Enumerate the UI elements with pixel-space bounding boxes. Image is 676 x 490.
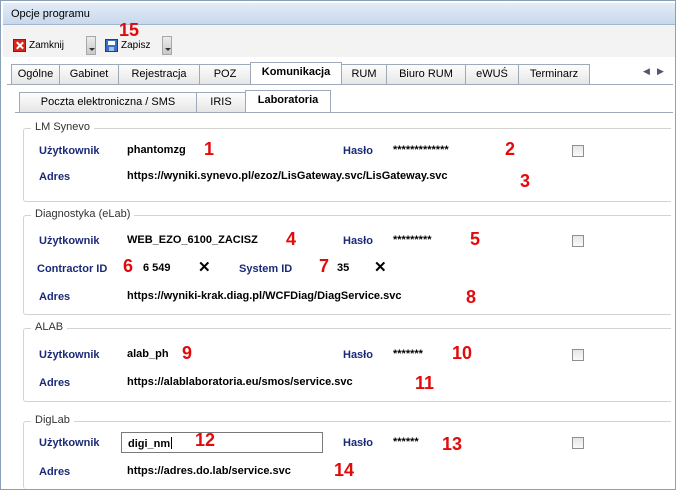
diglab-user-value: digi_nm	[128, 438, 171, 450]
alab-checkbox[interactable]	[572, 349, 584, 361]
password-label: Hasło	[343, 145, 373, 157]
password-label: Hasło	[343, 349, 373, 361]
password-label: Hasło	[343, 437, 373, 449]
synevo-user-field[interactable]: phantomzg	[121, 140, 323, 161]
annotation-6: 6	[123, 256, 134, 276]
close-dropdown-arrow[interactable]	[86, 36, 96, 55]
system-id-field[interactable]: 35	[335, 258, 369, 279]
close-button-label: Zamknij	[29, 39, 65, 51]
contractor-id-field[interactable]: 6 549	[141, 258, 191, 279]
tab-scroll-left-icon[interactable]: ◀	[643, 66, 650, 77]
close-icon	[13, 38, 26, 52]
annotation-15: 15	[119, 20, 140, 40]
annotation-9: 9	[182, 343, 193, 363]
tab-ewus[interactable]: eWUŚ	[465, 64, 519, 84]
tab-biuro-rum[interactable]: Biuro RUM	[386, 64, 466, 84]
contractor-id-label: Contractor ID	[37, 263, 108, 275]
sub-tab-bar: Poczta elektroniczna / SMS IRIS Laborato…	[19, 90, 331, 112]
diag-checkbox[interactable]	[572, 235, 584, 247]
diglab-user-field[interactable]: digi_nm	[121, 432, 323, 453]
tab-rum[interactable]: RUM	[341, 64, 387, 84]
annotation-14: 14	[334, 460, 355, 480]
title-bar: Opcje programu	[3, 3, 675, 25]
diglab-checkbox[interactable]	[572, 437, 584, 449]
tab-terminarz[interactable]: Terminarz	[518, 64, 590, 84]
system-id-label: System ID	[239, 263, 293, 275]
address-label: Adres	[39, 377, 71, 389]
annotation-3: 3	[520, 171, 531, 191]
sub-tab-underline	[15, 112, 673, 113]
address-label: Adres	[39, 466, 71, 478]
diglab-address-field[interactable]: https://adres.do.lab/service.svc	[121, 461, 331, 482]
close-button[interactable]: Zamknij	[13, 37, 64, 53]
user-label: Użytkownik	[39, 145, 100, 157]
annotation-2: 2	[505, 139, 516, 159]
options-window: Opcje programu Zamknij Zapisz Ogólne Gab…	[0, 0, 676, 490]
tab-poczta-sms[interactable]: Poczta elektroniczna / SMS	[19, 92, 197, 112]
user-label: Użytkownik	[39, 437, 100, 449]
group-title: DigLab	[31, 414, 74, 426]
synevo-checkbox[interactable]	[572, 145, 584, 157]
tab-iris[interactable]: IRIS	[196, 92, 246, 112]
tab-gabinet[interactable]: Gabinet	[59, 64, 119, 84]
annotation-10: 10	[452, 343, 473, 363]
alab-user-field[interactable]: alab_ph	[121, 344, 323, 365]
synevo-address-field[interactable]: https://wyniki.synevo.pl/ezoz/LisGateway…	[121, 166, 585, 187]
annotation-5: 5	[470, 229, 481, 249]
toolbar: Zamknij Zapisz	[3, 25, 675, 57]
diglab-password-field[interactable]: ******	[387, 432, 557, 453]
save-icon	[105, 38, 118, 52]
address-label: Adres	[39, 291, 71, 303]
annotation-4: 4	[286, 229, 297, 249]
system-id-clear-icon[interactable]: ✕	[374, 260, 387, 275]
main-tab-underline	[7, 84, 673, 85]
diag-address-field[interactable]: https://wyniki-krak.diag.pl/WCFDiag/Diag…	[121, 286, 461, 307]
alab-address-field[interactable]: https://alablaboratoria.eu/smos/service.…	[121, 372, 411, 393]
annotation-8: 8	[466, 287, 477, 307]
tab-laboratoria[interactable]: Laboratoria	[245, 90, 331, 112]
tab-komunikacja[interactable]: Komunikacja	[250, 62, 342, 84]
main-tab-bar: Ogólne Gabinet Rejestracja POZ Komunikac…	[11, 62, 590, 84]
save-dropdown-arrow[interactable]	[162, 36, 172, 55]
address-label: Adres	[39, 171, 71, 183]
tab-rejestracja[interactable]: Rejestracja	[118, 64, 200, 84]
tab-poz[interactable]: POZ	[199, 64, 251, 84]
annotation-11: 11	[415, 373, 435, 393]
annotation-1: 1	[204, 139, 215, 159]
tab-scroll-right-icon[interactable]: ▶	[657, 66, 664, 77]
annotation-13: 13	[442, 434, 463, 454]
text-cursor	[171, 437, 173, 449]
user-label: Użytkownik	[39, 349, 100, 361]
synevo-password-field[interactable]: *************	[387, 140, 557, 161]
annotation-12: 12	[195, 430, 216, 450]
group-title: LM Synevo	[31, 121, 95, 133]
user-label: Użytkownik	[39, 235, 100, 247]
contractor-id-clear-icon[interactable]: ✕	[198, 260, 211, 275]
tab-ogolne[interactable]: Ogólne	[11, 64, 60, 84]
group-title: ALAB	[31, 321, 68, 333]
window-title: Opcje programu	[11, 8, 90, 20]
save-button-label: Zapisz	[121, 39, 151, 51]
group-title: Diagnostyka (eLab)	[31, 208, 135, 220]
password-label: Hasło	[343, 235, 373, 247]
annotation-7: 7	[319, 256, 330, 276]
